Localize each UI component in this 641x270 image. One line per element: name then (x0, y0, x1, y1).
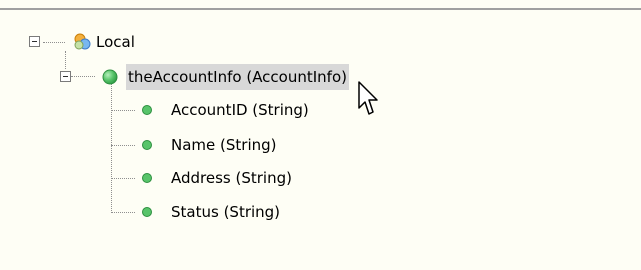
field-dot-icon (142, 173, 152, 183)
tree-row-theaccountinfo[interactable]: theAccountInfo (AccountInfo) (101, 64, 349, 90)
mouse-pointer-icon (358, 81, 378, 115)
tree-guide-field-4 (111, 212, 135, 213)
tree-row-address[interactable]: Address (String) (141, 165, 294, 191)
tree-guide-root (43, 42, 65, 43)
tree-label-theaccountinfo: theAccountInfo (AccountInfo) (126, 64, 349, 90)
tree-row-status[interactable]: Status (String) (141, 199, 282, 225)
tree-guide-fields-vertical (111, 82, 112, 213)
tree-guide-field-3 (111, 178, 135, 179)
tree-guide-root-vertical (65, 51, 66, 69)
tree-label-accountid: AccountID (String) (171, 101, 309, 119)
tree-label-address: Address (String) (171, 169, 292, 187)
tree-row-accountid[interactable]: AccountID (String) (141, 97, 311, 123)
tree-label-status: Status (String) (171, 203, 281, 221)
tree-row-local[interactable]: Local (72, 29, 137, 55)
tree-guide-field-2 (111, 145, 135, 146)
variables-tree[interactable]: Local theAccountInfo (AccountInfo) Accou… (0, 0, 641, 270)
tree-guide-child (71, 76, 95, 77)
field-dot-icon (142, 105, 152, 115)
collapse-toggle-child[interactable] (60, 71, 71, 82)
field-dot-icon (142, 207, 152, 217)
tree-row-name[interactable]: Name (String) (141, 132, 279, 158)
field-dot-icon (142, 140, 152, 150)
green-circle-icon (102, 69, 118, 85)
tree-guide-field-1 (111, 110, 135, 111)
variables-panel: Local theAccountInfo (AccountInfo) Accou… (0, 0, 641, 270)
tree-label-local: Local (96, 33, 135, 51)
collapse-toggle-root[interactable] (29, 36, 40, 47)
tree-label-name: Name (String) (171, 136, 277, 154)
local-variables-icon (74, 33, 91, 50)
